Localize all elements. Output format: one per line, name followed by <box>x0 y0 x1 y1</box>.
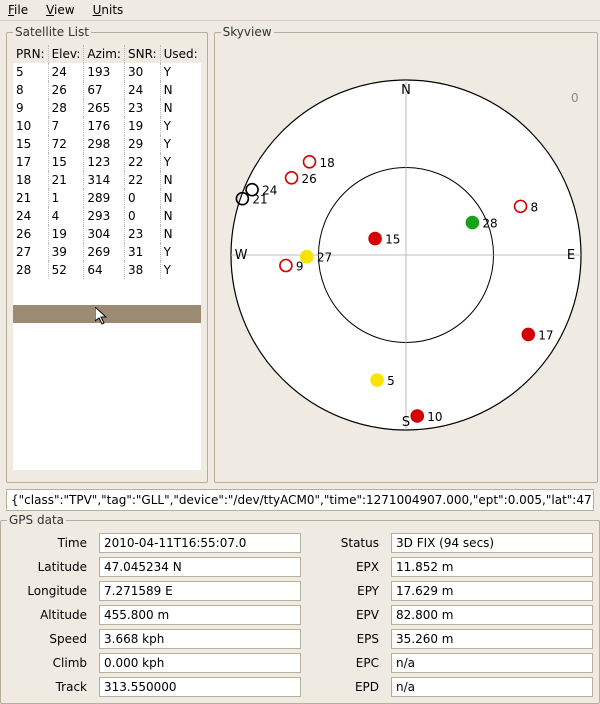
label-epc: EPC <box>311 656 381 670</box>
satellite-marker <box>371 374 383 386</box>
satellite-label: 8 <box>530 200 538 214</box>
value-eps: 35.260 m <box>391 629 593 649</box>
satellite-label: 26 <box>301 172 316 186</box>
table-row[interactable]: 10717619Y <box>13 117 201 135</box>
raw-json-output[interactable]: {"class":"TPV","tag":"GLL","device":"/de… <box>6 489 594 511</box>
satellite-label: 10 <box>427 410 442 424</box>
satellite-marker <box>301 251 313 263</box>
column-header[interactable]: Used: <box>160 45 201 63</box>
table-row[interactable]: 8266724N <box>13 81 201 99</box>
menu-file[interactable]: File <box>8 3 28 17</box>
menu-units[interactable]: Units <box>93 3 124 17</box>
table-row[interactable]: 273926931Y <box>13 243 201 261</box>
gps-data-frame: GPS data Time 2010-04-11T16:55:07.0 Stat… <box>0 513 600 704</box>
svg-text:E: E <box>567 248 575 263</box>
value-epx: 11.852 m <box>391 557 593 577</box>
table-row[interactable]: 157229829Y <box>13 135 201 153</box>
satellite-table[interactable]: PRN:Elev:Azim:SNR:Used: 52419330Y8266724… <box>13 45 201 279</box>
table-selection-highlight <box>13 305 201 323</box>
skyview-plot: NSEW0589101517182124262728 <box>221 45 591 465</box>
value-epy: 17.629 m <box>391 581 593 601</box>
table-row[interactable]: 171512322Y <box>13 153 201 171</box>
label-epd: EPD <box>311 680 381 694</box>
satellite-marker <box>466 217 478 229</box>
value-altitude: 455.800 m <box>99 605 301 625</box>
value-latitude: 47.045234 N <box>99 557 301 577</box>
value-epd: n/a <box>391 677 593 697</box>
satellite-marker <box>411 410 423 422</box>
table-row[interactable]: 52419330Y <box>13 63 201 81</box>
satellite-list-area[interactable]: PRN:Elev:Azim:SNR:Used: 52419330Y8266724… <box>13 45 201 470</box>
value-speed: 3.668 kph <box>99 629 301 649</box>
column-header[interactable]: Elev: <box>48 45 84 63</box>
satellite-list-legend: Satellite List <box>13 25 91 39</box>
label-longitude: Longitude <box>7 584 89 598</box>
label-time: Time <box>7 536 89 550</box>
svg-text:W: W <box>234 248 247 263</box>
column-header[interactable]: Azim: <box>84 45 125 63</box>
gps-data-grid: Time 2010-04-11T16:55:07.0 Status 3D FIX… <box>7 533 593 697</box>
gps-data-legend: GPS data <box>7 513 66 527</box>
label-eps: EPS <box>311 632 381 646</box>
value-status: 3D FIX (94 secs) <box>391 533 593 553</box>
svg-text:N: N <box>401 83 411 98</box>
table-row[interactable]: 92826523N <box>13 99 201 117</box>
label-epx: EPX <box>311 560 381 574</box>
table-row[interactable]: 28526438Y <box>13 261 201 279</box>
satellite-label: 27 <box>317 251 332 265</box>
value-longitude: 7.271589 E <box>99 581 301 601</box>
value-climb: 0.000 kph <box>99 653 301 673</box>
label-track: Track <box>7 680 89 694</box>
label-epv: EPV <box>311 608 381 622</box>
table-row[interactable]: 2442930N <box>13 207 201 225</box>
column-header[interactable]: PRN: <box>13 45 48 63</box>
label-latitude: Latitude <box>7 560 89 574</box>
value-epc: n/a <box>391 653 593 673</box>
satellite-marker <box>522 328 534 340</box>
satellite-label: 28 <box>482 217 497 231</box>
table-row[interactable]: 261930423N <box>13 225 201 243</box>
satellite-label: 24 <box>262 184 277 198</box>
satellite-marker <box>369 233 381 245</box>
value-epv: 82.800 m <box>391 605 593 625</box>
menubar: File View Units <box>0 0 600 21</box>
menu-view[interactable]: View <box>46 3 74 17</box>
label-speed: Speed <box>7 632 89 646</box>
satellite-label: 17 <box>538 328 553 342</box>
skyview-frame: Skyview NSEW0589101517182124262728 <box>214 25 598 483</box>
label-status: Status <box>311 536 381 550</box>
satellite-label: 15 <box>385 233 400 247</box>
svg-text:S: S <box>402 415 410 430</box>
satellite-list-frame: Satellite List PRN:Elev:Azim:SNR:Used: 5… <box>6 25 208 483</box>
svg-text:0: 0 <box>571 91 579 105</box>
value-track: 313.550000 <box>99 677 301 697</box>
column-header[interactable]: SNR: <box>124 45 160 63</box>
label-climb: Climb <box>7 656 89 670</box>
label-epy: EPY <box>311 584 381 598</box>
skyview-legend: Skyview <box>221 25 274 39</box>
table-row[interactable]: 182131422N <box>13 171 201 189</box>
table-row[interactable]: 2112890N <box>13 189 201 207</box>
satellite-label: 5 <box>387 374 395 388</box>
satellite-label: 18 <box>319 156 334 170</box>
value-time: 2010-04-11T16:55:07.0 <box>99 533 301 553</box>
label-altitude: Altitude <box>7 608 89 622</box>
